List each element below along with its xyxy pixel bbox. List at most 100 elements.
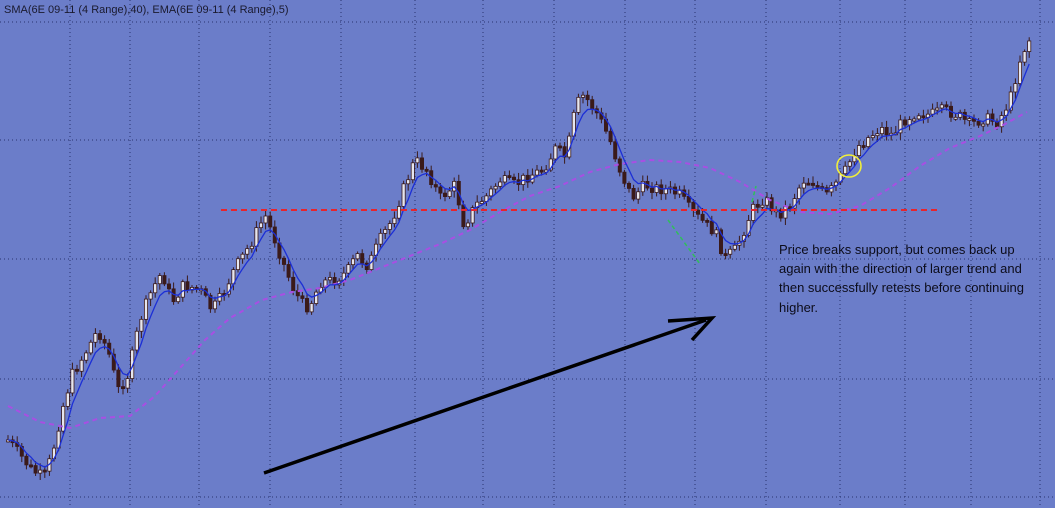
candle-body xyxy=(576,96,581,113)
candle-body xyxy=(806,182,811,186)
candle-body xyxy=(921,115,926,119)
candle-body xyxy=(240,253,245,260)
candle-body xyxy=(1018,61,1023,84)
candle-body xyxy=(488,188,493,197)
candle-body xyxy=(622,171,627,184)
candle-body xyxy=(801,182,806,189)
annotation-text: Price breaks support, but comes back up … xyxy=(779,242,1024,315)
candle-body xyxy=(350,258,355,266)
candle-body xyxy=(732,244,737,250)
candle-body xyxy=(424,168,429,172)
candle-body xyxy=(139,318,144,332)
candle-body xyxy=(401,183,406,207)
candle-body xyxy=(884,127,889,136)
trend-arrow xyxy=(263,315,717,475)
candle-body xyxy=(797,187,802,199)
candle-body xyxy=(180,281,185,298)
candle-body xyxy=(396,206,401,219)
candle-body xyxy=(760,204,765,208)
candle-body xyxy=(709,220,714,235)
arrow-shaft xyxy=(263,318,707,475)
candle-body xyxy=(700,213,705,221)
candle-body xyxy=(815,185,820,188)
candle-body xyxy=(465,222,470,228)
candle-body xyxy=(346,264,351,274)
candle-body xyxy=(590,99,595,110)
candle-body xyxy=(185,281,190,291)
candle-body xyxy=(383,229,388,234)
candle-body xyxy=(33,465,38,474)
candle-body xyxy=(263,215,268,224)
candle-body xyxy=(479,201,484,204)
candle-body xyxy=(406,179,411,185)
candle-body xyxy=(84,352,89,361)
candle-body xyxy=(121,386,126,390)
candle-body xyxy=(447,190,452,197)
candle-body xyxy=(254,227,259,247)
candle-body xyxy=(38,469,43,474)
candle-body xyxy=(1022,51,1027,63)
candle-body xyxy=(125,378,130,389)
candle-body xyxy=(755,203,760,208)
candle-body xyxy=(581,94,586,98)
candle-body xyxy=(847,161,852,167)
candle-body xyxy=(512,176,517,181)
candle-body xyxy=(507,175,512,179)
candle-body xyxy=(502,175,507,183)
candle-body xyxy=(93,333,98,343)
indicator-label: SMA(6E 09-11 (4 Range),40), EMA(6E 09-11… xyxy=(4,4,289,16)
candle-body xyxy=(28,464,33,468)
candle-body xyxy=(162,275,167,285)
candle-body xyxy=(79,359,84,372)
candle-body xyxy=(976,120,981,126)
candle-body xyxy=(157,275,162,285)
candle-body xyxy=(212,300,217,310)
candle-body xyxy=(442,192,447,197)
candle-body xyxy=(558,145,563,149)
candle-body xyxy=(939,104,944,109)
candle-body xyxy=(627,182,632,189)
candle-body xyxy=(438,186,443,194)
candle-body xyxy=(392,217,397,224)
candle-body xyxy=(714,229,719,235)
chart-root: SMA(6E 09-11 (4 Range),40), EMA(6E 09-11… xyxy=(0,0,1055,508)
candle-body xyxy=(143,298,148,320)
candle-body xyxy=(843,165,848,175)
candle-body xyxy=(116,369,121,388)
candle-body xyxy=(245,248,250,255)
candle-body xyxy=(304,298,309,313)
candle-body xyxy=(410,162,415,181)
candle-body xyxy=(981,123,986,127)
candle-body xyxy=(650,187,655,193)
candle-body xyxy=(153,283,158,294)
candle-body xyxy=(134,330,139,351)
candle-body xyxy=(148,292,153,300)
candle-body xyxy=(723,253,728,256)
candle-body xyxy=(75,368,80,372)
candle-body xyxy=(235,258,240,271)
candle-body xyxy=(912,118,917,122)
candle-body xyxy=(300,295,305,299)
candle-body xyxy=(327,277,332,281)
candle-body xyxy=(875,133,880,137)
candle-body xyxy=(705,219,710,223)
candle-body xyxy=(24,455,29,466)
candle-body xyxy=(98,333,103,340)
candle-body xyxy=(258,222,263,229)
candle-body xyxy=(535,169,540,176)
candle-body xyxy=(166,283,171,290)
candle-body xyxy=(378,232,383,245)
candle-body xyxy=(42,469,47,473)
candle-body xyxy=(176,296,181,303)
candle-body xyxy=(387,223,392,230)
candle-body xyxy=(691,201,696,211)
candle-body xyxy=(281,257,286,265)
candle-body xyxy=(617,158,622,173)
candle-body xyxy=(360,253,365,264)
candle-body xyxy=(930,108,935,115)
candle-body xyxy=(1013,83,1018,93)
candle-body xyxy=(498,181,503,187)
candle-body xyxy=(102,339,107,344)
candle-body xyxy=(944,104,949,108)
candle-body xyxy=(967,118,972,121)
